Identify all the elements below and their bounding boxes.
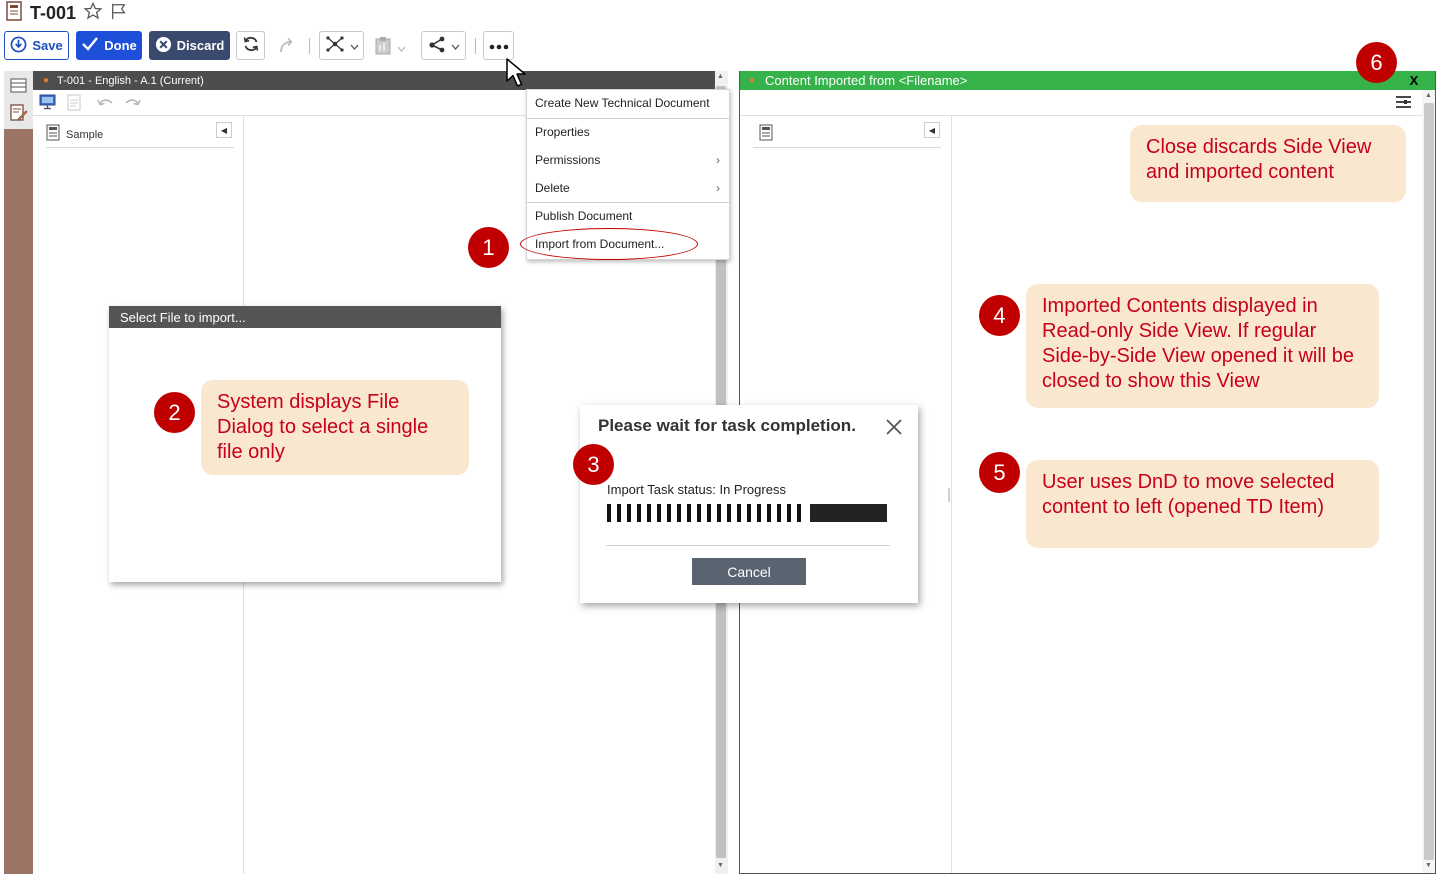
side-view-close-button[interactable]: X <box>1407 71 1421 90</box>
step-number-badge: 2 <box>154 392 195 433</box>
close-circle-icon <box>155 36 172 56</box>
tree-root-label: Sample <box>66 128 104 141</box>
menu-item-label: Permissions <box>535 153 601 167</box>
scroll-up-arrow-icon[interactable]: ▲ <box>717 73 724 80</box>
collapse-tree-button[interactable]: ◀ <box>216 122 232 138</box>
callout-file-dialog: System displays File Dialog to select a … <box>201 380 469 475</box>
scroll-down-arrow-icon[interactable]: ▼ <box>717 862 724 869</box>
menu-item-label: Create New Technical Document <box>535 96 710 110</box>
page-disabled-icon <box>67 94 81 116</box>
task-dialog-title: Please wait for task completion. <box>598 416 856 435</box>
highlight-ellipse <box>520 228 698 260</box>
cancel-button[interactable]: Cancel <box>692 558 806 585</box>
menu-item-publish-document[interactable]: Publish Document <box>527 203 729 229</box>
clipboard-dropdown-disabled <box>375 36 406 60</box>
pane-splitter-handle[interactable] <box>948 488 950 502</box>
step-number-badge: 1 <box>468 227 509 268</box>
monitor-icon[interactable] <box>39 94 56 115</box>
clipboard-icon <box>375 36 391 60</box>
save-label: Save <box>32 38 63 53</box>
chevron-down-icon <box>397 39 406 57</box>
toolbar-divider <box>475 38 476 54</box>
callout-close-side-view: Close discards Side View and imported co… <box>1130 125 1406 202</box>
page-title: T-001 <box>30 2 77 23</box>
left-panel-title: T-001 - English - A.1 (Current) <box>57 74 204 87</box>
star-icon[interactable] <box>83 1 103 25</box>
step-number-badge: 5 <box>979 452 1020 493</box>
menu-item-label: Properties <box>535 125 590 139</box>
undo-icon[interactable] <box>96 96 114 114</box>
document-icon <box>759 124 773 146</box>
chevron-down-icon <box>451 38 460 53</box>
menu-item-label: Delete <box>535 181 570 195</box>
task-progress-dialog: Please wait for task completion. Import … <box>580 405 918 603</box>
refresh-icon <box>242 35 260 56</box>
more-dots-icon <box>489 38 509 53</box>
more-actions-button[interactable] <box>483 31 514 60</box>
side-view-title: Content Imported from <Filename> <box>765 73 968 88</box>
chevron-down-icon <box>350 38 359 53</box>
tree-root-item[interactable]: Sample <box>46 122 234 148</box>
side-tree-root-item[interactable] <box>753 122 941 148</box>
dialog-divider <box>606 545 890 546</box>
left-panel-header: ● T-001 - English - A.1 (Current) <box>33 71 728 90</box>
close-icon[interactable] <box>884 417 904 442</box>
redo-icon[interactable] <box>124 96 142 114</box>
collapse-side-tree-button[interactable]: ◀ <box>924 122 940 138</box>
menu-item-label: Publish Document <box>535 209 633 223</box>
side-view-header: ● Content Imported from <Filename> <box>740 71 1435 90</box>
step-number-badge: 3 <box>573 444 614 485</box>
menu-item-permissions[interactable]: Permissions › <box>527 147 729 173</box>
redo-disabled-icon <box>276 36 298 59</box>
progress-bar <box>607 504 887 522</box>
mouse-cursor-icon <box>505 57 531 94</box>
edit-document-icon[interactable] <box>10 104 28 127</box>
discard-label: Discard <box>176 38 225 53</box>
callout-drag-and-drop: User uses DnD to move selected content t… <box>1026 460 1379 548</box>
menu-item-properties[interactable]: Properties <box>527 119 729 145</box>
discard-button[interactable]: Discard <box>149 31 230 60</box>
rail-tools <box>4 71 33 129</box>
document-icon <box>46 124 60 146</box>
chevron-right-icon: › <box>716 153 720 167</box>
refresh-button[interactable] <box>236 31 265 60</box>
step-number-badge: 4 <box>979 295 1020 336</box>
left-rail <box>4 71 33 874</box>
done-button[interactable]: Done <box>76 31 142 60</box>
structure-view-icon[interactable] <box>10 78 27 98</box>
done-label: Done <box>104 38 137 53</box>
scroll-up-arrow-icon[interactable]: ▲ <box>1425 92 1432 99</box>
side-view-scrollbar-thumb[interactable] <box>1424 103 1434 860</box>
save-icon <box>10 36 27 56</box>
task-status-text: Import Task status: In Progress <box>607 482 786 497</box>
menu-item-create-technical-document[interactable]: Create New Technical Document <box>527 90 729 116</box>
scroll-down-arrow-icon[interactable]: ▼ <box>1425 862 1432 869</box>
share-dropdown-button[interactable] <box>421 31 466 60</box>
step-number-badge: 6 <box>1356 42 1397 83</box>
save-button[interactable]: Save <box>4 31 69 60</box>
menu-item-delete[interactable]: Delete › <box>527 175 729 201</box>
toolbar-divider <box>309 38 310 54</box>
chevron-right-icon: › <box>716 181 720 195</box>
status-dot-icon: ● <box>43 75 50 86</box>
share-icon <box>428 35 446 56</box>
checkmark-icon <box>81 36 99 55</box>
flag-icon[interactable] <box>110 2 128 25</box>
document-icon <box>6 0 22 26</box>
status-dot-icon: ● <box>749 75 756 86</box>
structure-dropdown-button[interactable] <box>319 31 364 60</box>
settings-list-icon[interactable] <box>1395 95 1412 114</box>
title-row: T-001 <box>6 0 128 26</box>
network-icon <box>325 35 345 56</box>
callout-side-view: Imported Contents displayed in Read-only… <box>1026 284 1379 408</box>
file-dialog-title: Select File to import... <box>109 306 501 328</box>
